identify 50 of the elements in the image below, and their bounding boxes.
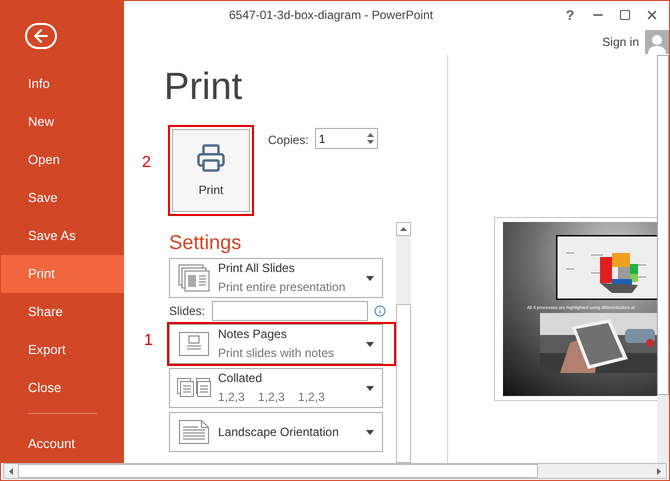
- sidebar-item[interactable]: Export: [1, 331, 124, 370]
- notes-page-icon: [179, 332, 209, 356]
- scrollbar-thumb[interactable]: [396, 304, 411, 463]
- annotation-number: 1: [144, 331, 153, 351]
- copies-label: Copies:: [268, 132, 309, 149]
- scroll-up-icon[interactable]: [400, 227, 407, 231]
- sidebar-item[interactable]: Open: [1, 141, 124, 180]
- sign-in-link[interactable]: Sign in: [602, 33, 639, 51]
- settings-dropdown[interactable]: Notes Pages Print slides with notes: [169, 324, 383, 364]
- printer-icon: [196, 142, 226, 172]
- copies-spinner[interactable]: 1: [314, 128, 378, 149]
- landscape-page-icon: [179, 420, 209, 444]
- settings-dropdown[interactable]: Landscape Orientation: [169, 412, 383, 452]
- slides-input[interactable]: [212, 301, 368, 321]
- back-button[interactable]: [25, 23, 57, 50]
- sidebar-item[interactable]: Share: [1, 293, 124, 332]
- caret-icon: [366, 276, 374, 280]
- sidebar-item[interactable]: Save As: [1, 217, 124, 256]
- slides-stack-icon: [178, 264, 210, 292]
- settings-dropdown[interactable]: Print All Slides Print entire presentation: [169, 258, 383, 298]
- maximize-icon: [619, 9, 631, 21]
- sidebar-item[interactable]: Account: [1, 425, 124, 463]
- settings-heading: Settings: [169, 231, 242, 256]
- print-button[interactable]: Print: [172, 129, 250, 212]
- preview-scrollbar[interactable]: [657, 55, 669, 463]
- settings-dropdown[interactable]: Collated 1,2,3 1,2,3 1,2,3: [169, 368, 383, 408]
- page-heading: Print: [164, 65, 244, 109]
- sidebar-item[interactable]: Print: [1, 255, 124, 294]
- caret-icon: [366, 386, 374, 390]
- sidebar-item[interactable]: Info: [1, 65, 124, 104]
- close-icon: [645, 8, 659, 22]
- caret-icon: [366, 430, 374, 434]
- sidebar-item[interactable]: Save: [1, 179, 124, 218]
- sidebar-item[interactable]: New: [1, 103, 124, 142]
- window-title: 6547-01-3d-box-diagram - PowerPoint: [229, 7, 434, 24]
- collated-pages-icon: [177, 378, 211, 398]
- help-button[interactable]: ?: [563, 4, 577, 26]
- spin-up-icon[interactable]: [366, 133, 374, 137]
- scrollbar-thumb[interactable]: [18, 464, 538, 478]
- spin-down-icon[interactable]: [366, 140, 374, 144]
- scroll-right-icon[interactable]: [657, 468, 661, 474]
- horizontal-scrollbar[interactable]: [3, 463, 667, 479]
- scroll-left-icon[interactable]: [9, 468, 13, 474]
- person-silhouette-icon: [648, 34, 666, 54]
- caret-icon: [366, 342, 374, 346]
- info-icon: [374, 305, 386, 317]
- sidebar-item[interactable]: Close: [1, 369, 124, 408]
- slides-label: Slides:: [169, 303, 206, 320]
- annotation-number: 2: [141, 153, 152, 173]
- settings-scrollbar[interactable]: [396, 222, 411, 463]
